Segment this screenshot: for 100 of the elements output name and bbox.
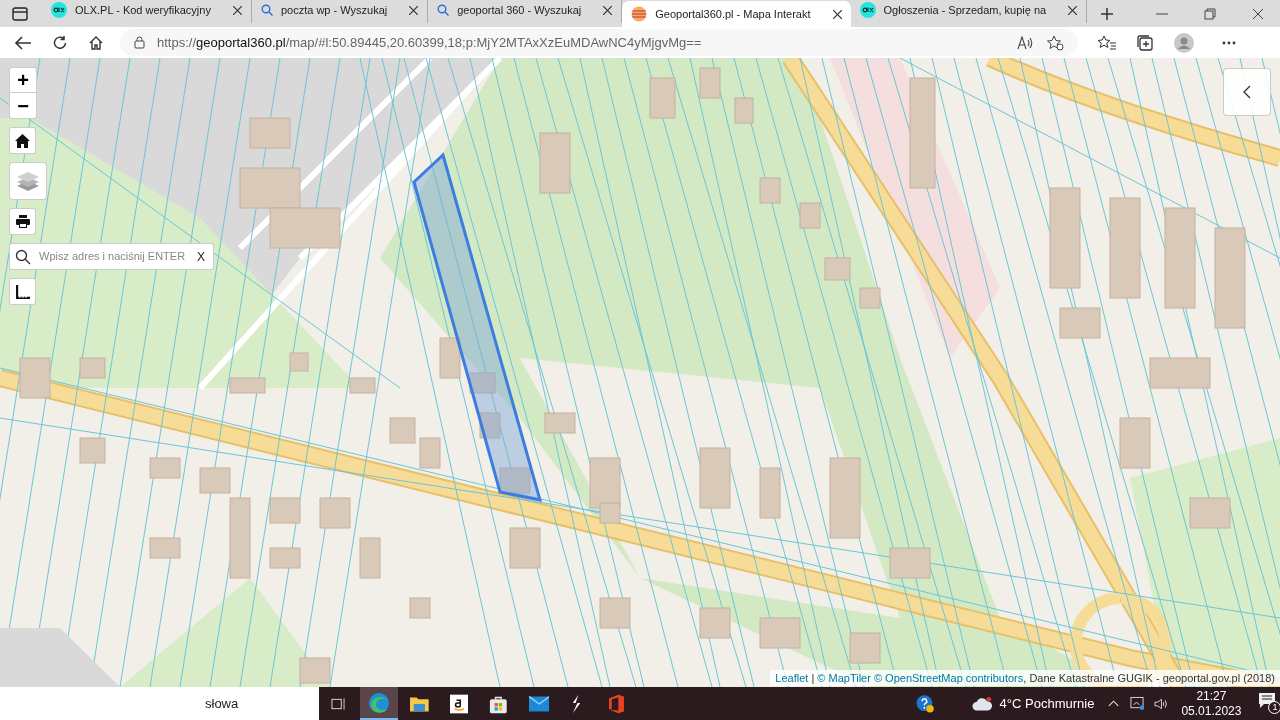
building [269, 547, 301, 569]
building [269, 497, 301, 524]
building [409, 597, 431, 619]
mail-icon[interactable] [528, 695, 550, 712]
building [849, 632, 881, 664]
add-favorite-icon[interactable] [1047, 34, 1064, 51]
close-icon[interactable] [1252, 7, 1264, 20]
edge-taskbar-button[interactable] [359, 687, 398, 720]
tab-title: OLX.PL - Kod weryfikacyjny [75, 2, 212, 18]
zoom-out-button[interactable]: − [10, 93, 36, 118]
building [469, 372, 496, 394]
building [859, 287, 881, 309]
building [349, 377, 376, 394]
tab-title: geoportal 360 - Wyszukaj [457, 2, 583, 18]
print-button[interactable] [9, 208, 36, 235]
taskbar-search-field[interactable]: słowa [0, 687, 319, 720]
back-icon[interactable] [14, 34, 32, 51]
network-icon[interactable] [1129, 696, 1145, 711]
browser-logo-icon [367, 691, 390, 714]
printer-icon [15, 215, 30, 228]
building [544, 412, 576, 434]
layers-button[interactable] [9, 162, 47, 200]
address-search-field[interactable]: Wpisz adres i naciśnij ENTER X [9, 243, 214, 270]
profile-avatar-icon[interactable] [1174, 32, 1194, 53]
tab-actions-icon[interactable] [12, 6, 28, 21]
tab-title: poczta wp - Wyszukaj [280, 2, 389, 18]
browser-tab[interactable]: OLX.PL - Kod weryfikacyjny [42, 0, 252, 23]
collections-icon[interactable] [1136, 34, 1154, 51]
browser-tab[interactable]: Ogłoszenia - Sprzedam, kupię na [850, 0, 1088, 23]
notifications-button[interactable]: 1 [1259, 692, 1280, 715]
building [319, 497, 351, 529]
maptiler-link[interactable]: © MapTiler [817, 671, 871, 684]
read-aloud-icon[interactable] [1017, 35, 1033, 50]
building [249, 117, 291, 149]
favorites-icon[interactable] [1098, 34, 1116, 51]
home-icon[interactable] [88, 34, 104, 51]
clear-search-button[interactable]: X [197, 247, 205, 266]
cloud-icon [972, 696, 993, 711]
restore-icon[interactable] [1204, 7, 1216, 20]
building [734, 97, 754, 124]
zoom-in-button[interactable]: + [10, 68, 36, 93]
url-text: https://geoportal360.pl/map/#l:50.89445,20.60399,18;p:MjY2MTAxXzEuMDAwNC4yMjgvMg== [157, 33, 702, 52]
building [419, 437, 441, 469]
building [479, 412, 501, 439]
building [149, 537, 181, 559]
olx-logo-icon [51, 2, 67, 18]
building [799, 202, 821, 229]
shopping-app-icon[interactable] [449, 693, 469, 714]
building [599, 597, 631, 629]
browser-tab[interactable]: poczta wp - Wyszukaj [251, 0, 429, 23]
address-bar[interactable]: https://geoportal360.pl/map/#l:50.89445,20.60399,18;p:MjY2MTAxXzEuMDAwNC4yMjgvMg== [120, 29, 1078, 56]
search-icon [437, 4, 450, 16]
selected-parcel[interactable] [412, 152, 543, 502]
layers-icon [16, 171, 40, 191]
close-icon[interactable] [1068, 5, 1078, 15]
more-icon[interactable] [1222, 40, 1236, 45]
building [79, 437, 106, 464]
building [499, 467, 531, 494]
chevron-up-icon[interactable] [1108, 700, 1120, 707]
measure-button[interactable] [9, 278, 36, 305]
help-icon[interactable] [916, 693, 936, 714]
clock-time[interactable]: 21:27 [1196, 688, 1227, 704]
tab-title: Geoportal360.pl - Mapa Interakt [655, 6, 812, 22]
building [289, 352, 309, 372]
close-icon[interactable] [603, 5, 613, 15]
building [239, 167, 301, 209]
chevron-left-icon [1243, 85, 1251, 99]
search-icon [15, 248, 31, 265]
building [199, 467, 231, 494]
olx-logo-icon [859, 2, 876, 18]
building [149, 457, 181, 479]
task-view-icon[interactable] [330, 696, 346, 711]
lock-icon [134, 36, 145, 49]
folder-icon[interactable] [409, 695, 429, 712]
building [269, 207, 341, 249]
volume-icon[interactable] [1154, 696, 1170, 711]
building [509, 527, 541, 569]
home-button[interactable] [9, 127, 36, 154]
address-search-input[interactable]: Wpisz adres i naciśnij ENTER [39, 248, 197, 265]
building [389, 417, 416, 444]
close-icon[interactable] [409, 5, 419, 15]
panel-toggle-button[interactable] [1223, 68, 1271, 116]
building [19, 357, 51, 399]
close-icon[interactable] [232, 5, 242, 15]
building [759, 177, 781, 204]
clock-date[interactable]: 05.01.2023 [1181, 703, 1242, 719]
building [699, 447, 731, 509]
striped-globe-icon [631, 6, 648, 22]
ruler-icon [15, 284, 30, 299]
browser-tab[interactable]: Geoportal360.pl - Mapa Interakt [622, 1, 851, 27]
leaflet-link[interactable]: Leaflet [775, 671, 809, 684]
refresh-icon[interactable] [52, 34, 68, 51]
building [439, 337, 461, 379]
weather-text[interactable]: 4°C Pochmurnie [999, 693, 1095, 714]
building [229, 377, 266, 394]
close-icon[interactable] [832, 9, 842, 19]
building [539, 132, 571, 194]
office-app-icon[interactable] [609, 693, 625, 714]
building [699, 607, 731, 639]
building [1189, 497, 1231, 529]
